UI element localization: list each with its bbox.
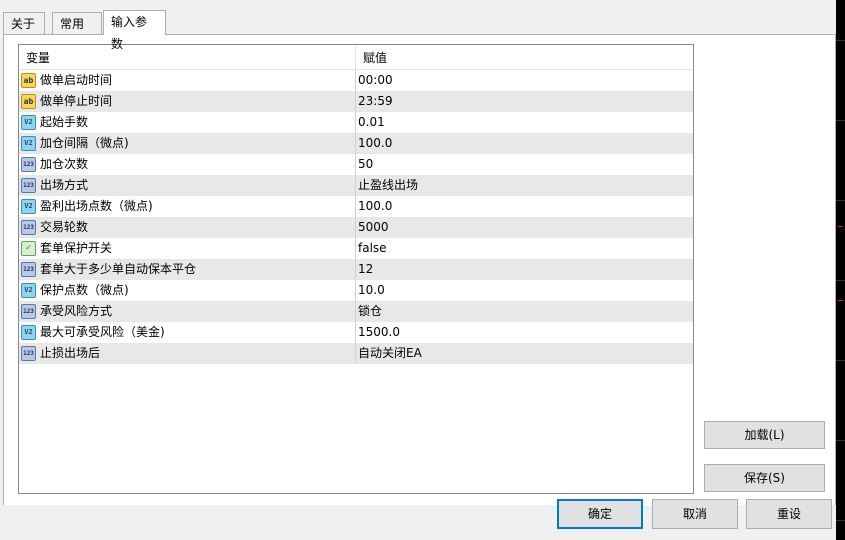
parameter-value[interactable]: 1500.0 — [358, 322, 400, 343]
column-divider — [355, 301, 356, 322]
table-row[interactable]: 123 套单大于多少单自动保本平仓 12 — [19, 259, 693, 280]
column-divider — [355, 70, 356, 91]
integer-type-icon: 123 — [21, 346, 36, 361]
column-divider — [355, 322, 356, 343]
column-divider — [355, 112, 356, 133]
parameter-name: 止损出场后 — [40, 346, 101, 360]
background-chart-strip — [836, 0, 845, 540]
parameter-value[interactable]: 00:00 — [358, 70, 393, 91]
table-row[interactable]: 123 止损出场后 自动关闭EA — [19, 343, 693, 364]
parameter-name: 承受风险方式 — [40, 304, 113, 318]
table-row[interactable]: ✓ 套单保护开关 false — [19, 238, 693, 259]
save-button[interactable]: 保存(S) — [704, 464, 825, 492]
load-button[interactable]: 加载(L) — [704, 421, 825, 449]
parameter-name: 加仓间隔（微点) — [40, 136, 129, 150]
column-divider — [355, 259, 356, 280]
parameter-value[interactable]: 23:59 — [358, 91, 393, 112]
tab-common[interactable]: 常用 — [52, 12, 102, 34]
column-divider — [355, 238, 356, 259]
table-row[interactable]: V2 保护点数（微点) 10.0 — [19, 280, 693, 301]
table-row[interactable]: 123 交易轮数 5000 — [19, 217, 693, 238]
table-row[interactable]: V2 最大可承受风险（美金) 1500.0 — [19, 322, 693, 343]
parameter-value[interactable]: 100.0 — [358, 133, 392, 154]
double-type-icon: V2 — [21, 136, 36, 151]
reset-button[interactable]: 重设 — [746, 499, 832, 529]
parameter-name: 加仓次数 — [40, 157, 89, 171]
cancel-button[interactable]: 取消 — [652, 499, 738, 529]
parameter-value[interactable]: 自动关闭EA — [358, 343, 422, 364]
integer-type-icon: 123 — [21, 262, 36, 277]
column-divider — [355, 217, 356, 238]
column-divider — [355, 154, 356, 175]
table-row[interactable]: 123 承受风险方式 锁仓 — [19, 301, 693, 322]
parameter-value[interactable]: 锁仓 — [358, 301, 382, 322]
parameter-name: 出场方式 — [40, 178, 89, 192]
parameter-value[interactable]: 0.01 — [358, 112, 385, 133]
double-type-icon: V2 — [21, 283, 36, 298]
parameters-table[interactable]: 变量 赋值 ab 做单启动时间 00:00 ab 做单停止时间 23:59 V2 起始手数 0.… — [18, 44, 694, 494]
table-row[interactable]: ab 做单停止时间 23:59 — [19, 91, 693, 112]
parameter-value[interactable]: 100.0 — [358, 196, 392, 217]
double-type-icon: V2 — [21, 199, 36, 214]
parameter-value[interactable]: 12 — [358, 259, 373, 280]
column-divider — [355, 343, 356, 364]
column-divider — [355, 91, 356, 112]
parameter-name: 套单保护开关 — [40, 241, 113, 255]
table-row[interactable]: V2 加仓间隔（微点) 100.0 — [19, 133, 693, 154]
tab-about[interactable]: 关于 — [3, 12, 45, 34]
parameter-name: 最大可承受风险（美金) — [40, 325, 165, 339]
integer-type-icon: 123 — [21, 304, 36, 319]
boolean-type-icon: ✓ — [21, 241, 36, 256]
column-divider — [355, 133, 356, 154]
parameter-name: 起始手数 — [40, 115, 89, 129]
column-header-variable[interactable]: 变量 — [19, 45, 356, 69]
table-row[interactable]: ab 做单启动时间 00:00 — [19, 70, 693, 91]
parameter-name: 盈利出场点数（微点) — [40, 199, 153, 213]
table-row[interactable]: 123 加仓次数 50 — [19, 154, 693, 175]
table-body: ab 做单启动时间 00:00 ab 做单停止时间 23:59 V2 起始手数 0.01 V2 加仓… — [19, 70, 693, 364]
double-type-icon: V2 — [21, 325, 36, 340]
column-divider — [355, 280, 356, 301]
integer-type-icon: 123 — [21, 178, 36, 193]
column-divider — [355, 175, 356, 196]
double-type-icon: V2 — [21, 115, 36, 130]
integer-type-icon: 123 — [21, 157, 36, 172]
parameter-value[interactable]: 止盈线出场 — [358, 175, 418, 196]
column-header-value[interactable]: 赋值 — [356, 45, 693, 69]
column-divider — [355, 196, 356, 217]
integer-type-icon: 123 — [21, 220, 36, 235]
parameter-name: 交易轮数 — [40, 220, 89, 234]
string-type-icon: ab — [21, 73, 36, 88]
parameter-name: 做单停止时间 — [40, 94, 113, 108]
table-row[interactable]: V2 起始手数 0.01 — [19, 112, 693, 133]
tab-input-parameters[interactable]: 输入参数 — [103, 10, 166, 51]
parameter-name: 套单大于多少单自动保本平仓 — [40, 262, 197, 276]
parameter-value[interactable]: 10.0 — [358, 280, 385, 301]
parameter-value[interactable]: false — [358, 238, 387, 259]
ok-button[interactable]: 确定 — [557, 499, 643, 529]
table-row[interactable]: V2 盈利出场点数（微点) 100.0 — [19, 196, 693, 217]
parameter-value[interactable]: 50 — [358, 154, 373, 175]
table-row[interactable]: 123 出场方式 止盈线出场 — [19, 175, 693, 196]
tab-strip: 关于 常用 输入参数 — [3, 10, 833, 51]
parameter-name: 保护点数（微点) — [40, 283, 129, 297]
parameter-name: 做单启动时间 — [40, 73, 113, 87]
parameter-value[interactable]: 5000 — [358, 217, 389, 238]
string-type-icon: ab — [21, 94, 36, 109]
